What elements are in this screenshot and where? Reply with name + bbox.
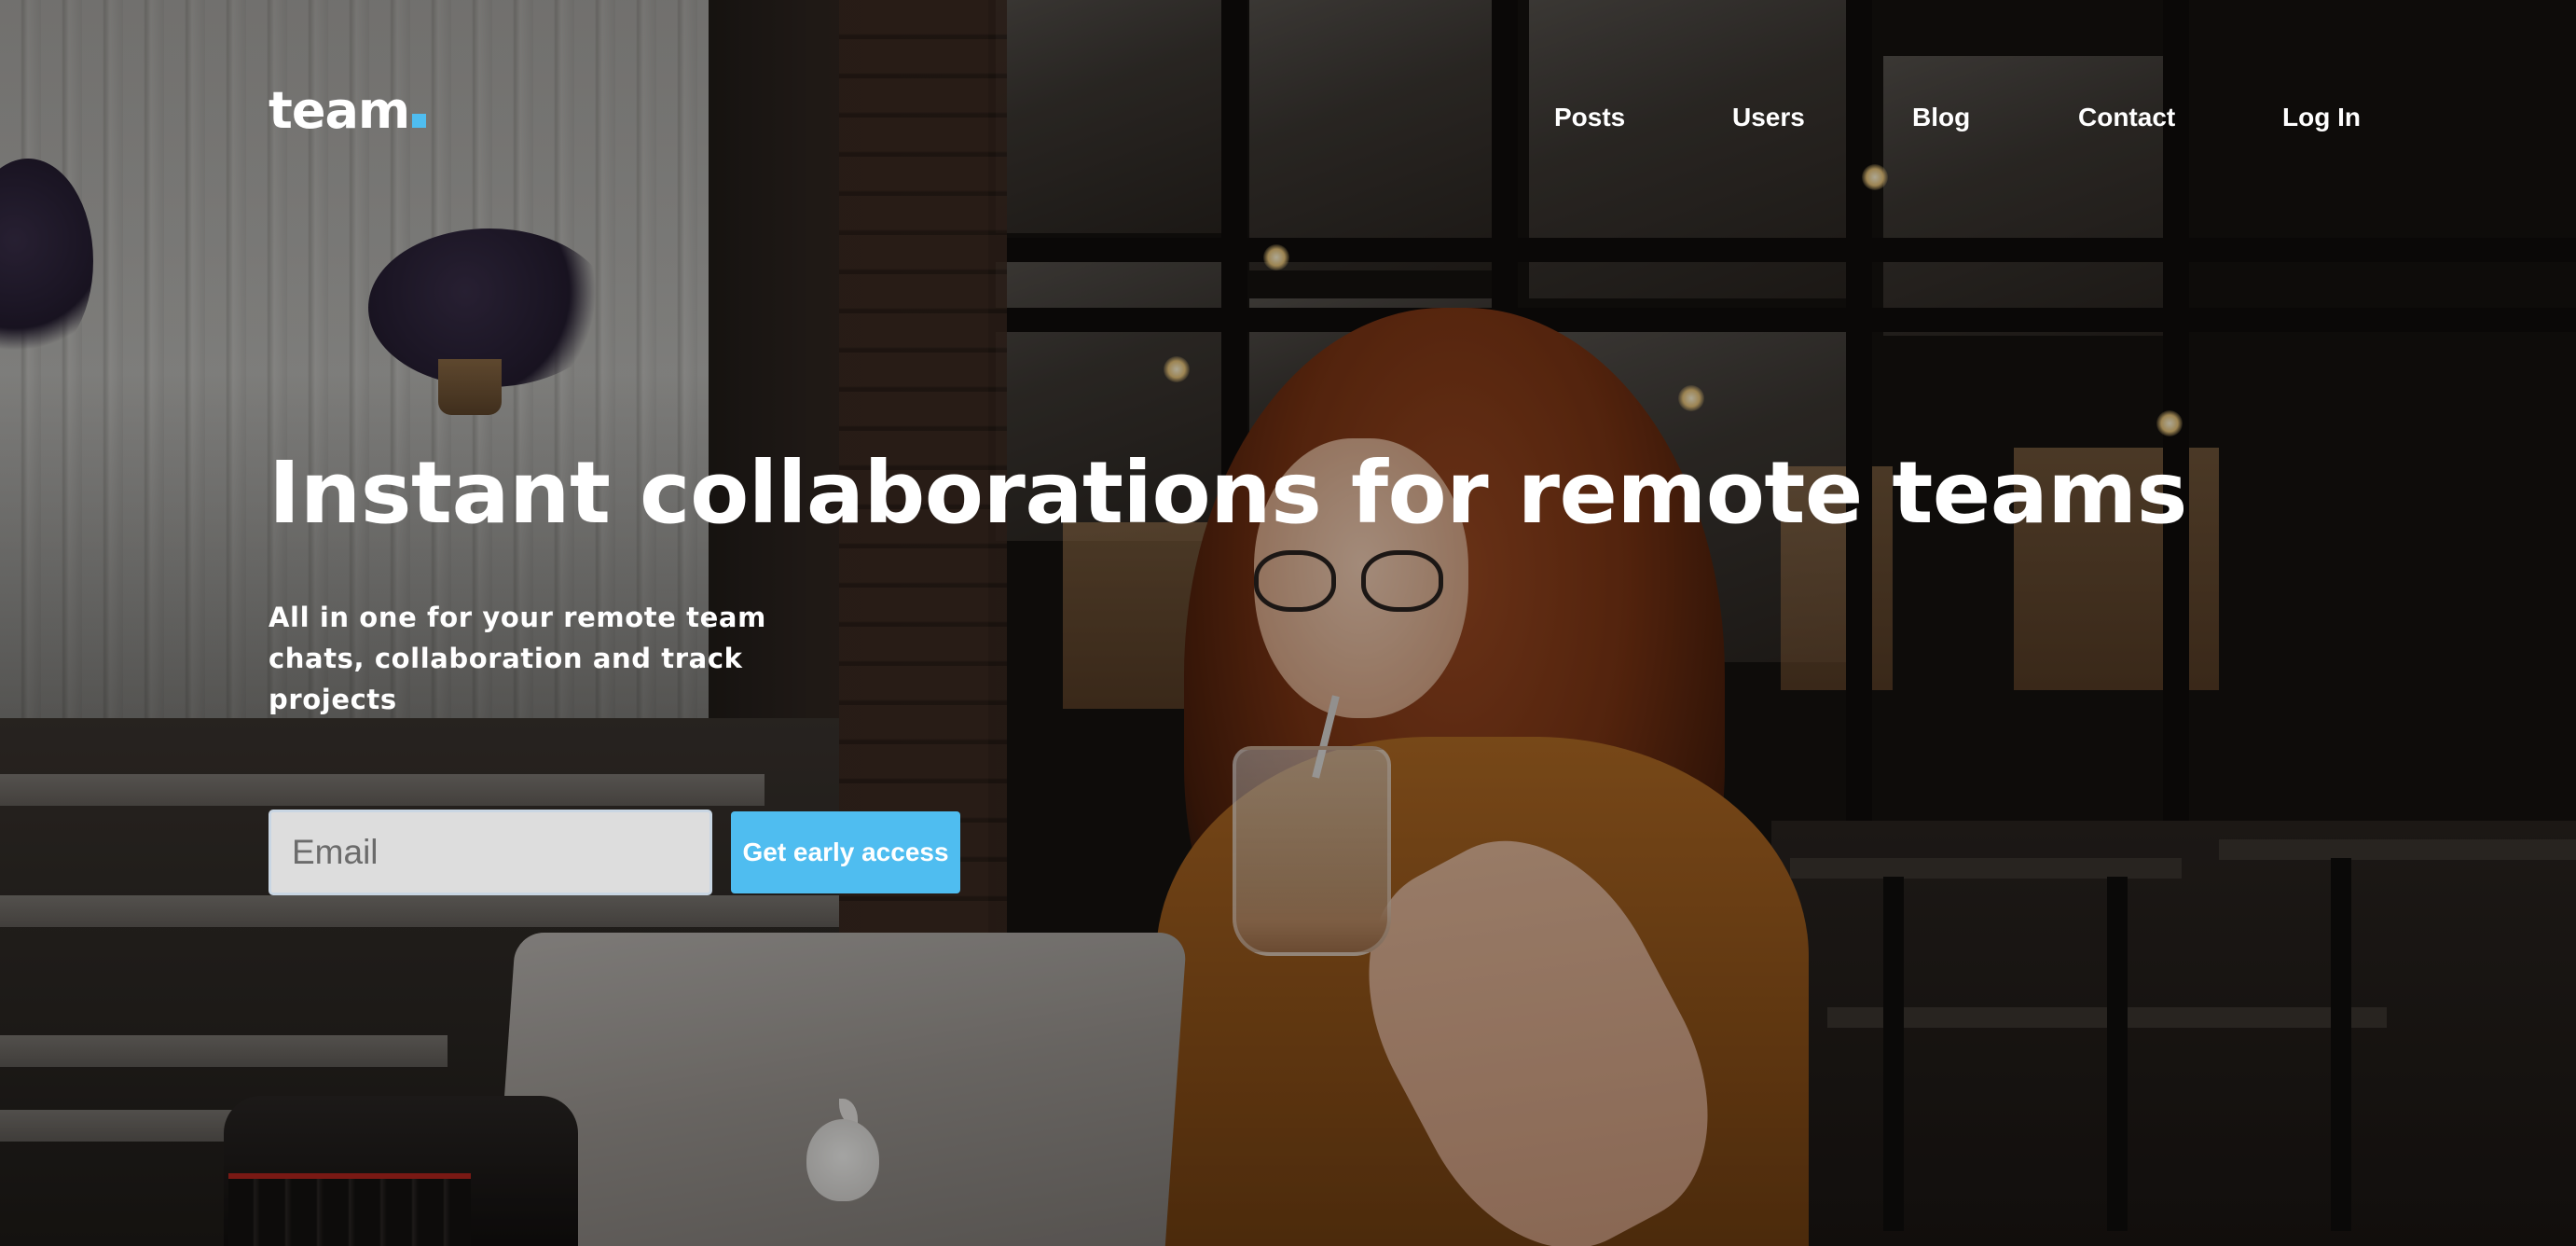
hero-headline: Instant collaborations for remote teams [269, 443, 2187, 543]
nav-link-users[interactable]: Users [1732, 103, 1805, 132]
hero-subtext: All in one for your remote team chats, c… [269, 602, 766, 715]
nav-link-login[interactable]: Log In [2282, 103, 2361, 132]
hero-section: team Posts Users Blog Contact Log In Ins… [0, 0, 2576, 1246]
nav-link-blog[interactable]: Blog [1912, 103, 1970, 132]
get-early-access-button[interactable]: Get early access [731, 811, 960, 893]
nav-link-contact[interactable]: Contact [2078, 103, 2175, 132]
top-nav: Posts Users Blog Contact Log In [0, 103, 2576, 140]
nav-link-posts[interactable]: Posts [1554, 103, 1625, 132]
email-input[interactable] [269, 810, 712, 895]
